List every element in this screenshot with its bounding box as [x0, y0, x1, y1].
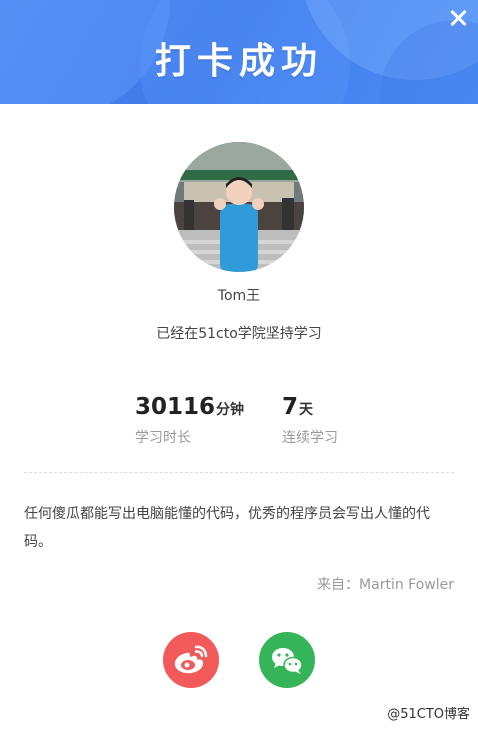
quote-text: 任何傻瓜都能写出电脑能懂的代码，优秀的程序员会写出人懂的代码。	[24, 506, 430, 550]
header-banner: 打卡成功	[0, 0, 478, 104]
close-icon[interactable]	[446, 6, 470, 30]
wechat-icon	[272, 648, 303, 674]
stat-unit: 天	[299, 402, 314, 418]
stat-streak: 7天 连续学习	[282, 394, 338, 447]
avatar	[174, 142, 304, 272]
quote-source: 来自：Martin Fowler	[317, 577, 454, 593]
user-name: Tom王	[217, 288, 261, 304]
avatar-photo-icon	[174, 142, 304, 272]
study-subtitle: 已经在51cto学院坚持学习	[156, 326, 322, 342]
page-title: 打卡成功	[154, 41, 323, 82]
watermark: @51CTO博客	[387, 707, 470, 722]
stat-value: 7	[282, 394, 299, 420]
divider	[24, 472, 454, 473]
stat-study-time: 30116分钟 学习时长	[135, 394, 244, 447]
weibo-icon	[174, 645, 208, 674]
stat-value: 30116	[135, 394, 216, 420]
stat-unit: 分钟	[216, 402, 245, 418]
stat-label: 学习时长	[135, 430, 191, 446]
share-wechat-button[interactable]	[259, 632, 315, 688]
share-weibo-button[interactable]	[163, 632, 219, 688]
stat-label: 连续学习	[282, 430, 338, 446]
